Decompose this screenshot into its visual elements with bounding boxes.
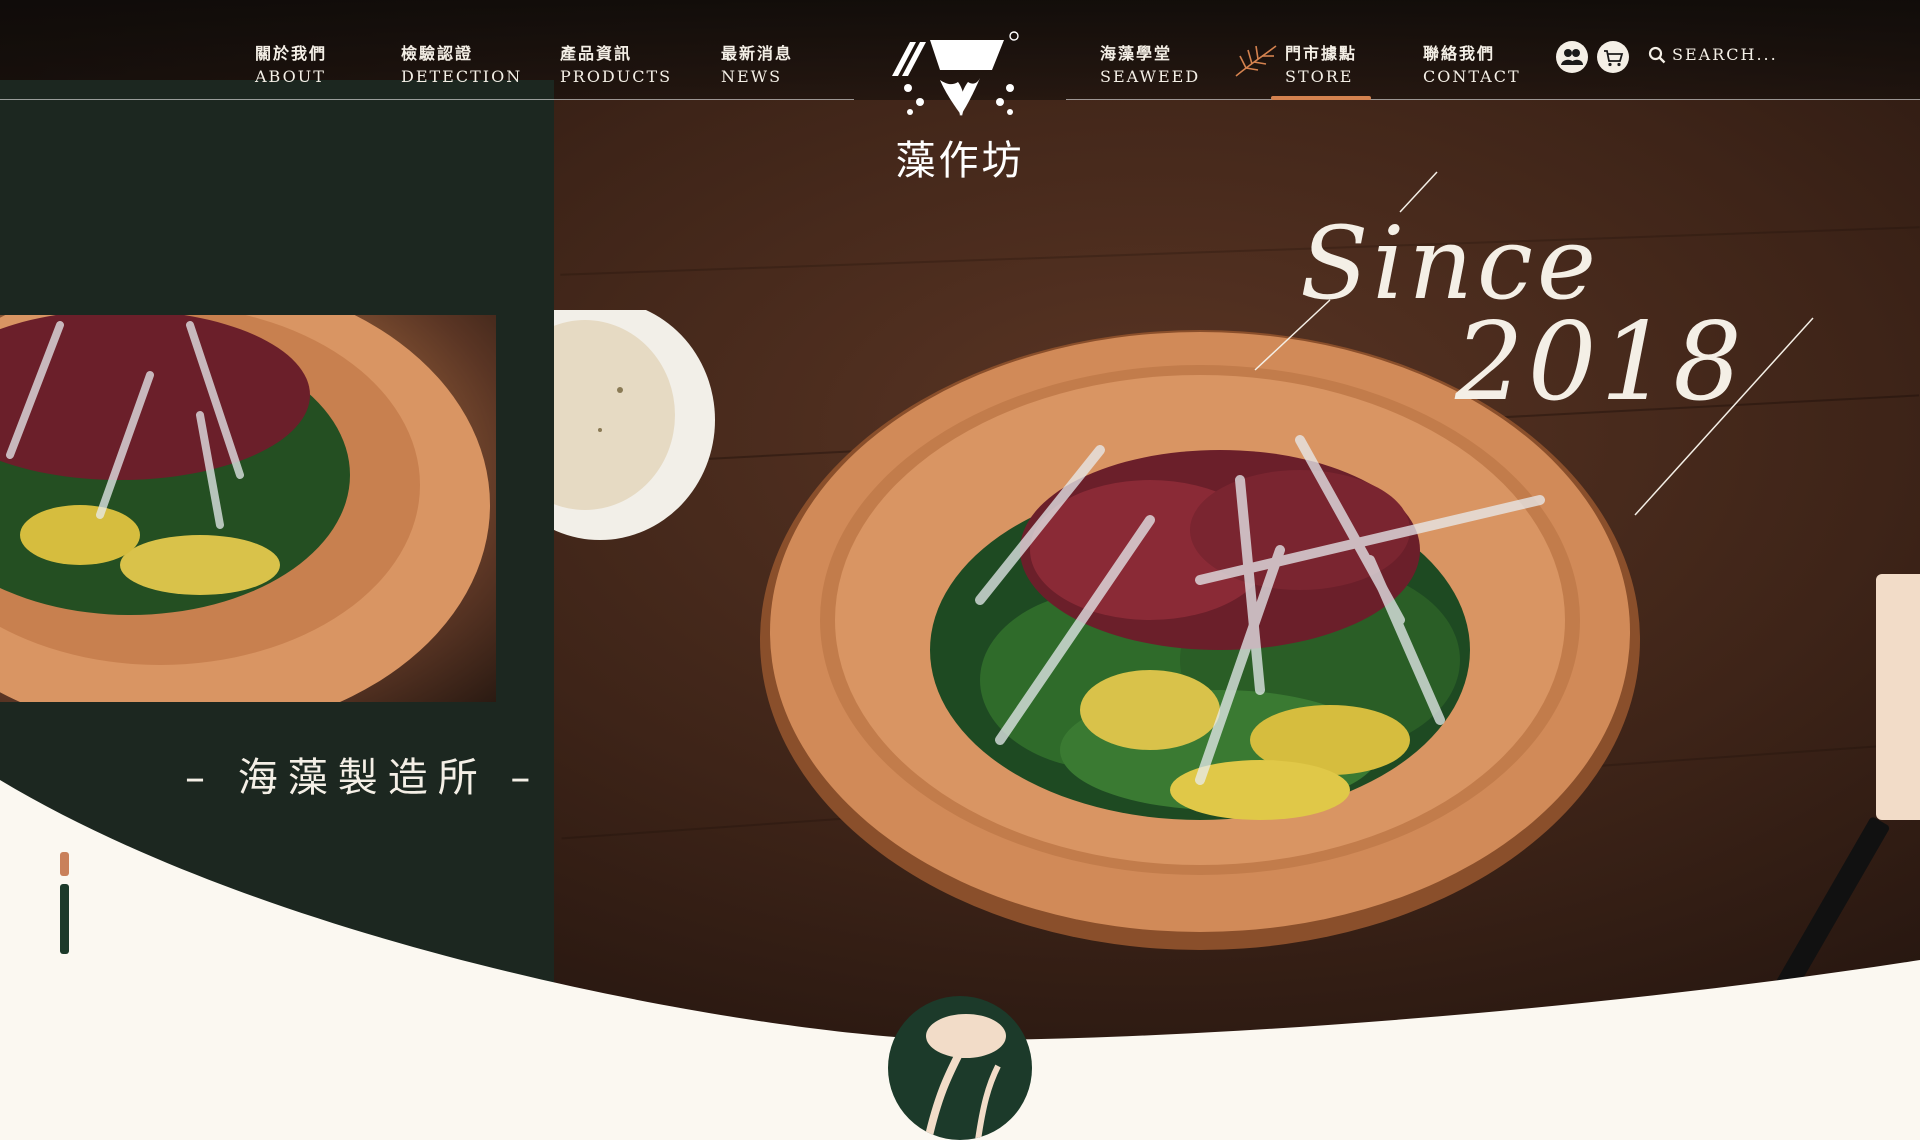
nav-item-seaweed[interactable]: 海藻學堂 SEAWEED xyxy=(1100,40,1200,86)
nav-item-news[interactable]: 最新消息 NEWS xyxy=(721,40,793,86)
nav-item-contact[interactable]: 聯絡我們 CONTACT xyxy=(1423,40,1521,86)
brand-name: 藻作坊 xyxy=(895,138,1025,184)
pager-dot[interactable] xyxy=(60,884,69,954)
active-nav-indicator xyxy=(1271,96,1371,100)
member-button[interactable] xyxy=(1556,41,1588,73)
nav-item-about[interactable]: 關於我們 ABOUT xyxy=(255,40,327,86)
nav-item-store[interactable]: 門市據點 STORE xyxy=(1285,40,1357,86)
brand-logo[interactable]: 藻作坊 xyxy=(880,30,1040,184)
seaweed-emblem-icon xyxy=(888,996,1032,1140)
member-icon xyxy=(1561,49,1583,65)
pager-dot-active[interactable] xyxy=(60,852,69,876)
logo-mark-icon xyxy=(892,31,1019,116)
nav-divider-right xyxy=(1066,99,1920,100)
search-icon xyxy=(1648,46,1666,63)
cart-icon xyxy=(1604,50,1624,67)
search-label: SEARCH... xyxy=(1672,45,1778,64)
search-button[interactable]: SEARCH... xyxy=(1648,45,1778,64)
nav-item-detection[interactable]: 檢驗認證 DETECTION xyxy=(401,40,522,86)
nav-divider-left xyxy=(0,99,854,100)
since-year: 2018 xyxy=(1455,300,1746,425)
nav-item-products[interactable]: 產品資訊 PRODUCTS xyxy=(560,40,672,86)
seaweed-sprig-icon xyxy=(1235,45,1277,77)
slide-pager xyxy=(60,852,69,954)
side-floating-tab[interactable] xyxy=(1876,574,1920,820)
salad-thumbnail-image xyxy=(0,315,496,702)
cart-button[interactable] xyxy=(1597,41,1629,73)
